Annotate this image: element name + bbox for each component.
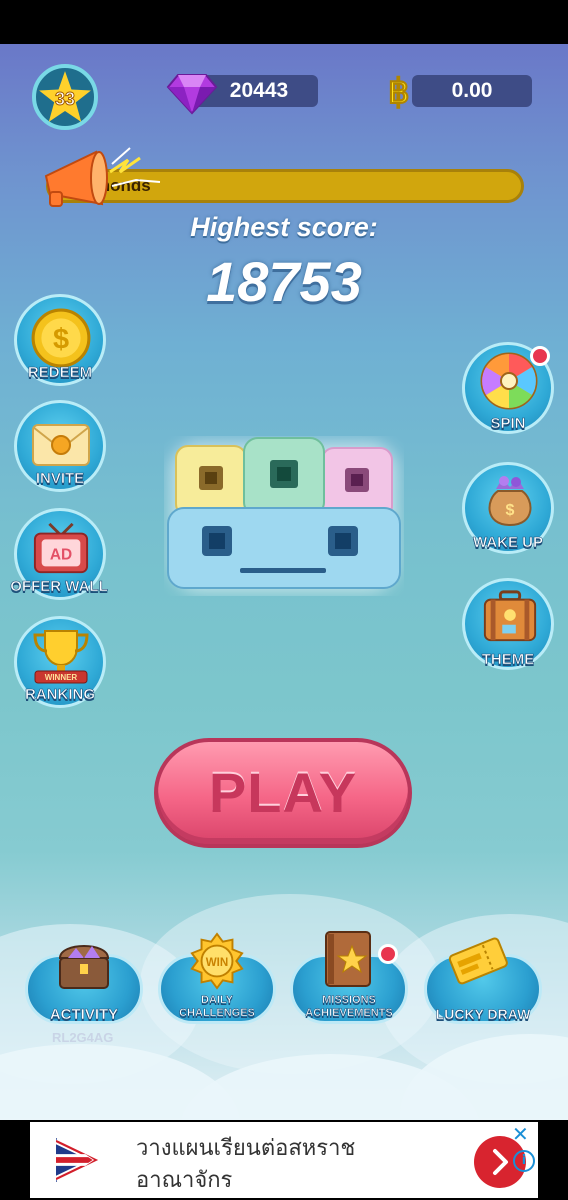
redeem-label: REDEEM [27, 364, 93, 382]
spin-notification-badge [530, 346, 550, 366]
star-icon: 33 [39, 71, 91, 122]
diamond-icon [166, 74, 218, 115]
daily-label-line2: CHALLENGES [179, 1007, 255, 1020]
svg-text:WINNER: WINNER [45, 673, 78, 682]
win-medal-icon: WIN [190, 932, 244, 990]
player-level: 33 [54, 88, 76, 109]
activity-label: ACTIVITY [49, 1006, 119, 1024]
daily-challenges-label: DAILY CHALLENGES [158, 994, 276, 1020]
highest-score-label: Highest score: [190, 212, 378, 242]
svg-text:AD: AD [50, 547, 72, 564]
ad-info-glyph: i [521, 1153, 527, 1168]
spin-label: SPIN [490, 415, 526, 433]
svg-text:$: $ [506, 502, 515, 519]
book-icon [325, 931, 371, 987]
svg-text:WIN: WIN [206, 956, 229, 969]
user-code: RL2G4AG [52, 1030, 114, 1045]
balance-counter: 0.00 [412, 75, 532, 107]
game-screen: 33 20443 0.00 ฿ monds Highest score: 187… [0, 44, 568, 1120]
coin-icon: $ [31, 308, 91, 368]
wake-up-label: WAKE UP [472, 534, 544, 552]
ad-close-icon[interactable]: ✕ [512, 1122, 529, 1146]
ticket-icon [448, 937, 508, 985]
tv-ad-icon: AD [33, 522, 89, 574]
suitcase-icon [483, 590, 537, 642]
play-label: PLAY [208, 761, 358, 824]
trophy-icon: WINNER [33, 630, 89, 684]
ad-banner[interactable]: วางแผนเรียนต่อสหราช อาณาจักร ✕ i [30, 1122, 538, 1198]
block-mascot-illustration [167, 437, 401, 592]
lucky-draw-label: LUCKY DRAW [435, 1006, 531, 1023]
ad-headline-line2: อาณาจักร [136, 1168, 233, 1193]
ranking-label: RANKING [25, 686, 96, 704]
play-button[interactable]: PLAY [154, 738, 412, 848]
svg-text:$: $ [53, 323, 69, 355]
player-level-badge[interactable]: 33 [32, 64, 98, 130]
baht-icon: ฿ [388, 73, 411, 112]
ad-info-icon[interactable]: i [513, 1150, 535, 1172]
missions-notification-badge [378, 944, 398, 964]
ad-headline-line1: วางแผนเรียนต่อสหราช [136, 1136, 356, 1161]
balance-amount: 0.00 [451, 79, 493, 102]
chest-icon [58, 945, 110, 989]
envelope-icon [32, 424, 90, 466]
invite-label: INVITE [35, 470, 85, 488]
diamond-count: 20443 [229, 79, 289, 102]
offer-wall-label: OFFER WALL [10, 578, 108, 596]
daily-label-line1: DAILY [201, 994, 234, 1007]
megaphone-icon [44, 147, 161, 207]
uk-flag-icon [56, 1138, 100, 1182]
theme-label: THEME [481, 651, 535, 669]
missions-label-line2: ACHIEVEMENTS [305, 1007, 393, 1020]
money-bag-icon: $ [488, 476, 532, 527]
missions-achievements-label: MISSIONS ACHIEVEMENTS [290, 994, 408, 1020]
missions-label-line1: MISSIONS [322, 994, 376, 1007]
